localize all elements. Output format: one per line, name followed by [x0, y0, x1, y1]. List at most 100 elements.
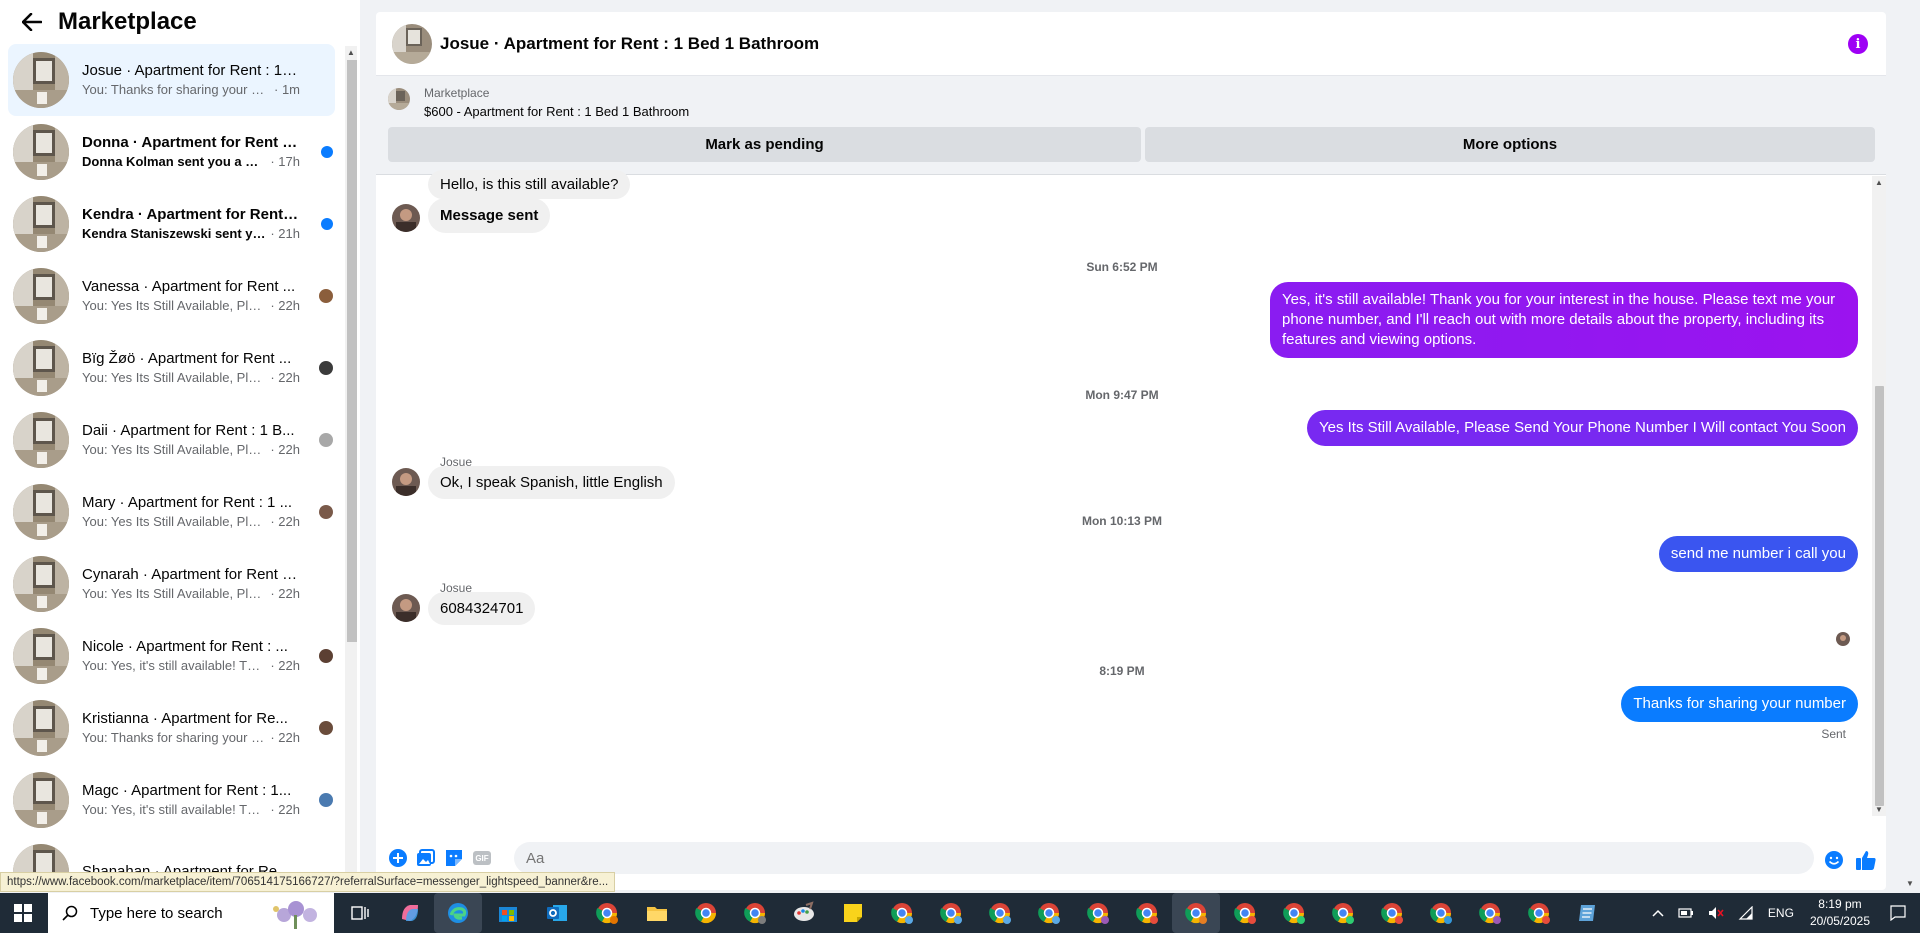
conversation-preview: You: Yes Its Still Available, Pleas... — [82, 514, 267, 529]
chrome-profile-icon[interactable] — [1329, 899, 1357, 927]
conversation-item[interactable]: Kendra · Apartment for Rent : ... Kendra … — [8, 188, 335, 260]
volume-muted-icon[interactable] — [1708, 906, 1724, 920]
message-incoming: 6084324701 — [428, 592, 536, 625]
contact-avatar[interactable] — [392, 204, 420, 232]
listing-thumbnail — [13, 52, 69, 108]
conversation-body: Vanessa · Apartment for Rent ... You: Yes… — [82, 277, 300, 315]
chat-scrollbar[interactable]: ▲ ▼ — [1872, 176, 1886, 816]
conversation-item[interactable]: Cynarah · Apartment for Rent : 1... You: … — [8, 548, 335, 620]
conversation-body: Josue · Apartment for Rent : 1 B... You: … — [82, 61, 300, 99]
conversation-item[interactable]: Josue · Apartment for Rent : 1 B... You: … — [8, 44, 335, 116]
chrome-icon[interactable] — [593, 899, 621, 927]
clock[interactable]: 8:19 pm 20/05/2025 — [1810, 896, 1870, 930]
scroll-up-icon[interactable]: ▲ — [1875, 178, 1883, 187]
chrome-profile-icon[interactable] — [888, 899, 916, 927]
chrome-profile-icon[interactable] — [1133, 899, 1161, 927]
conversation-item[interactable]: Magc · Apartment for Rent : 1... You: Yes… — [8, 764, 335, 836]
taskbar-search-placeholder: Type here to search — [90, 904, 223, 922]
chrome-profile-icon[interactable] — [937, 899, 965, 927]
chrome-profile-icon[interactable] — [1280, 899, 1308, 927]
message-input[interactable] — [514, 842, 1754, 874]
link-status-bar: https://www.facebook.com/marketplace/ite… — [0, 872, 616, 892]
battery-icon[interactable] — [1678, 907, 1694, 919]
conversation-body: Kristianna · Apartment for Re... You: Tha… — [82, 709, 300, 747]
chrome-profile-icon[interactable] — [1084, 899, 1112, 927]
chrome-profile-icon[interactable] — [986, 899, 1014, 927]
chrome-profile-icon[interactable] — [1035, 899, 1063, 927]
conversation-preview: You: Thanks for sharing your num... — [82, 82, 270, 97]
gif-icon[interactable]: GIF — [472, 848, 492, 868]
taskbar-search[interactable]: Type here to search — [48, 893, 334, 933]
listing-avatar[interactable] — [392, 23, 432, 64]
conversation-preview: Kendra Staniszewski sent you ... — [82, 226, 267, 241]
wifi-icon[interactable] — [1738, 906, 1754, 920]
contact-avatar[interactable] — [392, 594, 420, 622]
conversation-preview-row: You: Yes Its Still Available, Pleas... · … — [82, 297, 300, 315]
conversation-item[interactable]: Donna · Apartment for Rent : ... Donna Ko… — [8, 116, 335, 188]
conversation-body: Donna · Apartment for Rent : ... Donna Ko… — [82, 133, 300, 171]
microsoft-store-icon[interactable] — [494, 899, 522, 927]
scroll-down-icon[interactable]: ▼ — [1875, 805, 1883, 814]
listing-thumbnail[interactable] — [388, 88, 410, 110]
file-explorer-icon[interactable] — [643, 899, 671, 927]
chevron-up-icon[interactable] — [1652, 909, 1664, 917]
chrome-profile-icon[interactable] — [1476, 899, 1504, 927]
chrome-profile-icon[interactable] — [1231, 899, 1259, 927]
chat-scrollbar-thumb[interactable] — [1875, 386, 1884, 806]
back-arrow-icon[interactable] — [20, 10, 44, 34]
contact-avatar[interactable] — [392, 468, 420, 496]
conversation-item[interactable]: Nicole · Apartment for Rent : ... You: Ye… — [8, 620, 335, 692]
chrome-profile-icon[interactable] — [1427, 899, 1455, 927]
conversation-item[interactable]: Daii · Apartment for Rent : 1 B... You: Y… — [8, 404, 335, 476]
photo-icon[interactable] — [416, 848, 436, 868]
seen-avatar-icon — [319, 505, 333, 519]
emoji-icon[interactable] — [1824, 850, 1844, 870]
conversation-preview-row: Donna Kolman sent you a mes... · 17h — [82, 153, 300, 171]
listing-thumbnail — [13, 700, 69, 756]
listing-thumbnail — [13, 124, 69, 180]
message-thread: Hello, is this still available? Message … — [376, 170, 1868, 816]
chrome-active-window[interactable] — [1172, 893, 1220, 933]
conversation-preview: You: Yes, it's still available! Tha... — [82, 802, 267, 817]
outlook-icon[interactable] — [543, 899, 571, 927]
chat-title[interactable]: Josue · Apartment for Rent : 1 Bed 1 Bat… — [440, 34, 819, 54]
plus-circle-icon[interactable] — [388, 848, 408, 868]
sidebar-scrollbar-thumb[interactable] — [347, 60, 357, 642]
conversation-preview-row: You: Thanks for sharing your n... · 22h — [82, 729, 300, 747]
paint-icon[interactable] — [790, 899, 818, 927]
chrome-icon[interactable] — [692, 899, 720, 927]
notification-icon[interactable] — [1890, 905, 1906, 921]
thumbs-up-icon[interactable] — [1854, 848, 1878, 872]
listing-title[interactable]: $600 - Apartment for Rent : 1 Bed 1 Bath… — [424, 104, 689, 119]
conversation-item[interactable]: Vanessa · Apartment for Rent ... You: Yes… — [8, 260, 335, 332]
sticky-notes-icon[interactable] — [839, 899, 867, 927]
scroll-up-icon[interactable]: ▲ — [347, 48, 355, 57]
page-scrollbar[interactable]: ▼ — [1903, 12, 1918, 890]
conversation-item[interactable]: Kristianna · Apartment for Re... You: Tha… — [8, 692, 335, 764]
scroll-down-icon[interactable]: ▼ — [1906, 879, 1914, 888]
mark-as-pending-button[interactable]: Mark as pending — [388, 127, 1141, 162]
info-icon[interactable]: i — [1848, 34, 1868, 54]
notepad-app-icon[interactable] — [1574, 899, 1602, 927]
conversation-item[interactable]: Mary · Apartment for Rent : 1 ... You: Ye… — [8, 476, 335, 548]
more-options-button[interactable]: More options — [1145, 127, 1875, 162]
chrome-icon[interactable] — [741, 899, 769, 927]
language-indicator[interactable]: ENG — [1768, 906, 1794, 920]
task-view-icon[interactable] — [346, 899, 374, 927]
conversation-preview-row: You: Yes Its Still Available, Pleas... · … — [82, 513, 300, 531]
edge-app[interactable] — [434, 893, 482, 933]
conversation-time: · 22h — [270, 730, 300, 745]
sticker-icon[interactable] — [444, 848, 464, 868]
chrome-profile-icon[interactable] — [1525, 899, 1553, 927]
conversation-body: Bïg Žøö · Apartment for Rent ... You: Yes… — [82, 349, 300, 387]
conversation-body: Cynarah · Apartment for Rent : 1... You: … — [82, 565, 300, 603]
sidebar-scrollbar[interactable]: ▲ — [345, 46, 357, 890]
conversation-time: · 22h — [270, 802, 300, 817]
chrome-profile-icon[interactable] — [1378, 899, 1406, 927]
conversation-item[interactable]: Bïg Žøö · Apartment for Rent ... You: Yes… — [8, 332, 335, 404]
windows-start-icon[interactable] — [0, 893, 46, 933]
message-sent-notice: Message sent — [428, 198, 551, 233]
conversation-preview: You: Yes Its Still Available, Please S..… — [82, 586, 266, 601]
sidebar-header: Marketplace — [0, 0, 360, 44]
copilot-icon[interactable] — [396, 899, 424, 927]
